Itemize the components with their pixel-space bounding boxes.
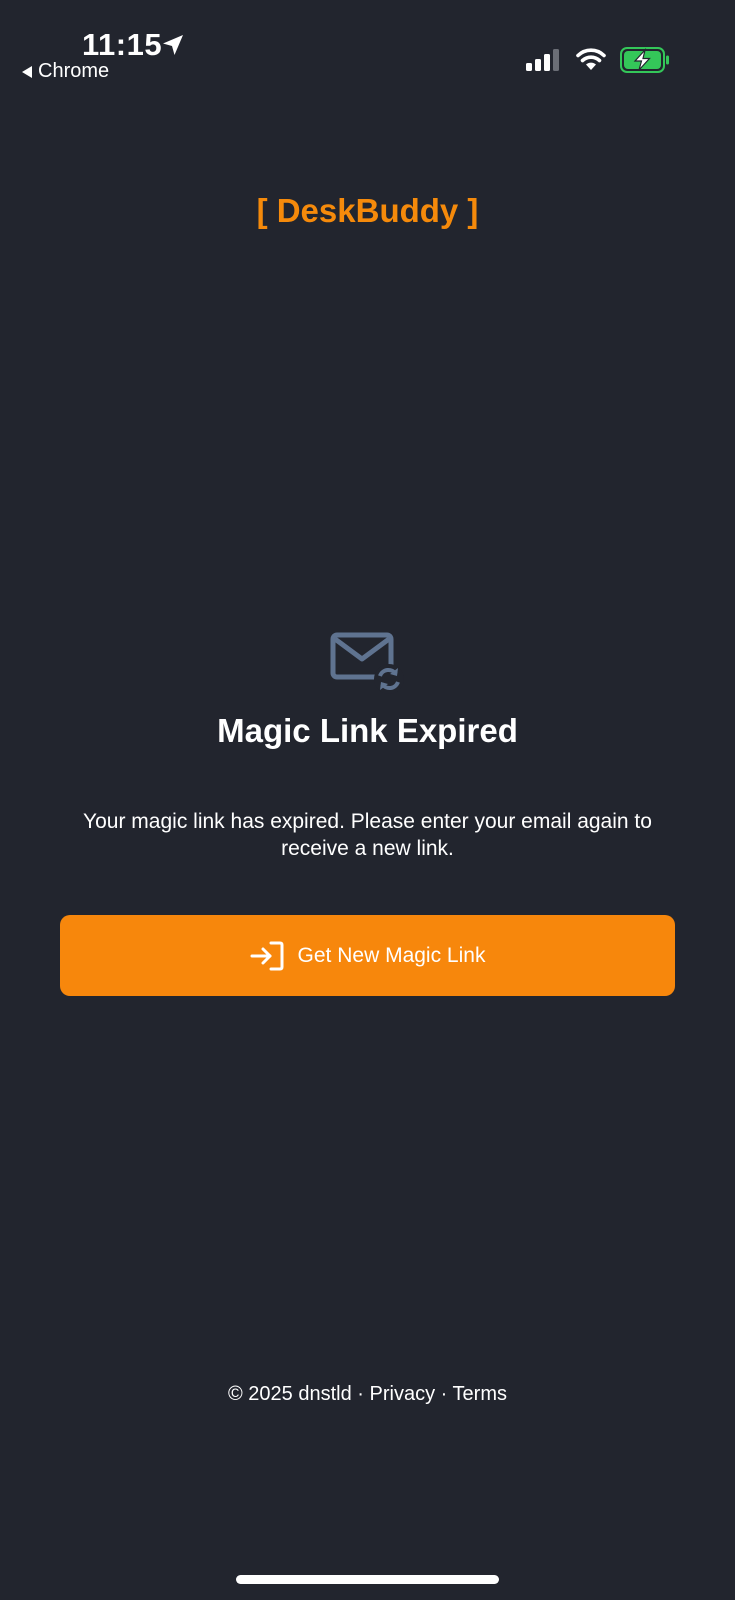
sign-in-icon xyxy=(250,941,284,970)
footer: © 2025 dnstld · Privacy · Terms xyxy=(0,1383,735,1406)
footer-separator: · xyxy=(357,1383,364,1405)
brand-logo-text[interactable]: [ DeskBuddy ] xyxy=(0,192,735,230)
back-caret-icon xyxy=(22,65,32,78)
status-time: 11:15 xyxy=(82,27,163,62)
expired-message: Your magic link has expired. Please ente… xyxy=(83,810,652,860)
location-arrow-icon xyxy=(163,35,183,55)
page-title: Magic Link Expired xyxy=(217,712,518,749)
cellular-signal-icon xyxy=(526,49,559,71)
terms-link[interactable]: Terms xyxy=(453,1383,507,1405)
privacy-link[interactable]: Privacy xyxy=(370,1383,436,1405)
back-to-app-link[interactable]: Chrome xyxy=(22,60,109,83)
get-new-magic-link-button[interactable]: Get New Magic Link xyxy=(60,915,675,996)
footer-separator: · xyxy=(440,1383,448,1405)
wifi-icon xyxy=(576,48,606,70)
footer-copyright: © 2025 dnstld xyxy=(228,1383,352,1405)
home-indicator[interactable] xyxy=(236,1575,499,1584)
mail-refresh-icon xyxy=(330,632,404,694)
get-new-magic-link-label: Get New Magic Link xyxy=(297,943,486,967)
battery-charging-icon xyxy=(620,47,669,73)
back-app-label: Chrome xyxy=(38,60,110,82)
status-bar: 11:15 Chrome xyxy=(0,0,735,100)
